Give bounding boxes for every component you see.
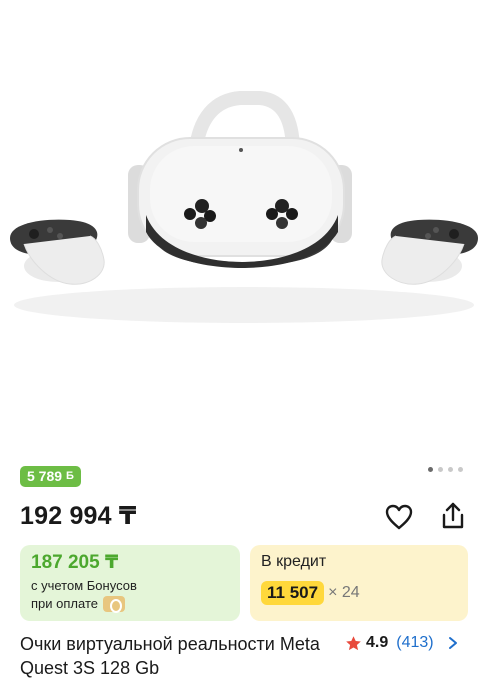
bonus-badge: 5 789 Б <box>20 466 81 487</box>
gallery-dot-4[interactable] <box>458 467 463 472</box>
gallery-dot-1[interactable] <box>428 467 433 472</box>
rating-link[interactable]: 4.9 (413) <box>345 634 458 652</box>
gallery-pagination[interactable] <box>428 467 463 472</box>
credit-monthly-amount: 11 507 <box>261 581 325 605</box>
star-icon <box>346 635 361 650</box>
share-icon[interactable] <box>438 501 468 531</box>
bonus-currency-icon: Б <box>66 470 74 482</box>
credit-label: В кредит <box>261 553 327 570</box>
product-image-gallery[interactable] <box>0 0 489 455</box>
bonus-note-line1: с учетом Бонусов <box>31 578 137 593</box>
credit-multiplier: × 24 <box>328 584 360 601</box>
bonus-price-amount: 187 205 ₸ <box>31 552 119 573</box>
product-price: 192 994 ₸ <box>20 502 137 530</box>
gallery-dot-3[interactable] <box>448 467 453 472</box>
credit-card[interactable]: В кредит 11 507 × 24 <box>250 545 468 621</box>
bonus-badge-amount: 5 789 <box>27 468 63 484</box>
bonus-price-card[interactable]: 187 205 ₸ с учетом Бонусов при оплате <box>20 545 240 621</box>
product-title: Очки виртуальной реальности Meta Quest 3… <box>20 634 320 678</box>
rating-value: 4.9 <box>366 634 389 651</box>
gallery-dot-2[interactable] <box>438 467 443 472</box>
favorite-heart-icon[interactable] <box>384 503 414 531</box>
rating-count: (413) <box>396 634 434 651</box>
wallet-icon <box>102 596 125 613</box>
vr-headset-with-controllers-image <box>10 91 478 323</box>
chevron-right-icon <box>448 637 457 649</box>
bonus-note-line2: при оплате <box>31 596 98 611</box>
